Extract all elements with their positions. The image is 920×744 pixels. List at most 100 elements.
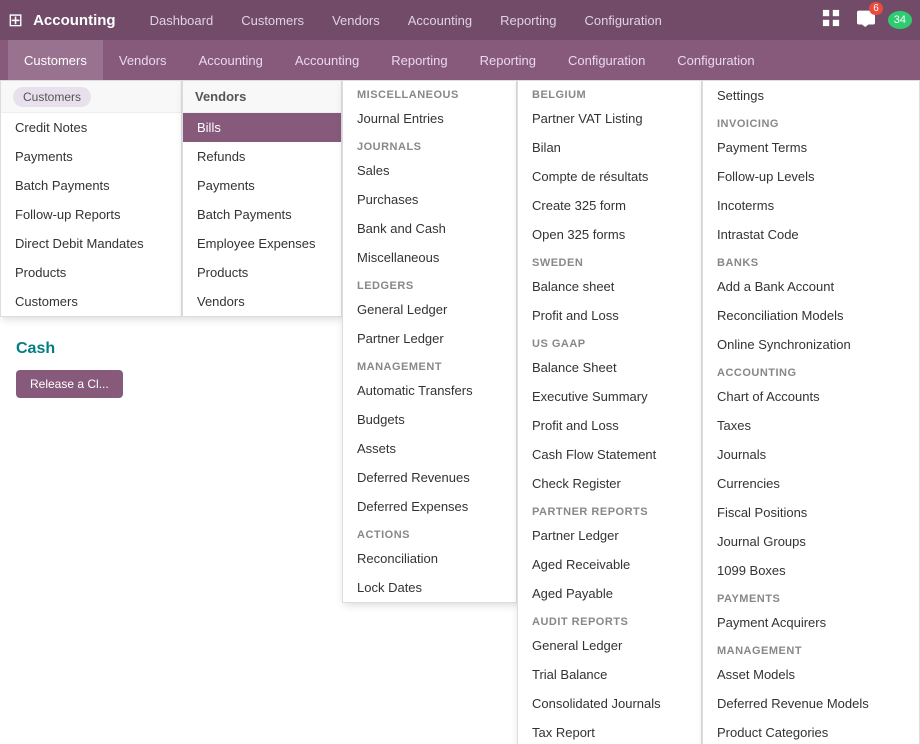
cash-section: Cash Release a Cl... [16,340,123,398]
dd-item-executive-summary[interactable]: Executive Summary [518,382,701,411]
top-nav-vendors[interactable]: Vendors [318,0,394,40]
dd-section-management: Management [343,353,516,376]
dd-item-partner-vat-listing[interactable]: Partner VAT Listing [518,104,701,133]
dd-refunds[interactable]: Refunds [183,142,341,171]
dd-item-asset-models[interactable]: Asset Models [703,660,919,689]
vendors-header-label: Vendors [195,89,246,104]
dd-item-partner-ledger[interactable]: Partner Ledger [343,324,516,353]
dd-item-balance-sheet[interactable]: Balance Sheet [518,353,701,382]
dd-products-customers[interactable]: Products [1,258,181,287]
dd-item-deferred-revenues[interactable]: Deferred Revenues [343,463,516,492]
dd-section-actions: Actions [343,521,516,544]
second-nav-config2[interactable]: Configuration [661,40,770,80]
dd-item-sales[interactable]: Sales [343,156,516,185]
top-nav-dashboard[interactable]: Dashboard [136,0,228,40]
dd-item-payment-terms[interactable]: Payment Terms [703,133,919,162]
dd-item-open-325-forms[interactable]: Open 325 forms [518,220,701,249]
dd-item-purchases[interactable]: Purchases [343,185,516,214]
dd-item-profit-and-loss[interactable]: Profit and Loss [518,301,701,330]
second-nav-bar: Customers Vendors Accounting Accounting … [0,40,920,80]
top-nav-configuration[interactable]: Configuration [570,0,675,40]
second-nav-accounting1[interactable]: Accounting [183,40,279,80]
main-content: Miscellaneous Operations Due 3-9 Apr Thi… [0,80,920,744]
dd-item-compte-de-rsultats[interactable]: Compte de résultats [518,162,701,191]
second-nav-vendors[interactable]: Vendors [103,40,183,80]
dd-item-trial-balance[interactable]: Trial Balance [518,660,701,689]
dd-payments-vendors[interactable]: Payments [183,171,341,200]
release-button[interactable]: Release a Cl... [16,370,123,398]
dd-item-incoterms[interactable]: Incoterms [703,191,919,220]
dd-products-vendors[interactable]: Products [183,258,341,287]
dd-direct-debit-mandates[interactable]: Direct Debit Mandates [1,229,181,258]
dd-item-create-325-form[interactable]: Create 325 form [518,191,701,220]
dd-item-bank-and-cash[interactable]: Bank and Cash [343,214,516,243]
dd-section-invoicing: Invoicing [703,110,919,133]
dd-item-add-a-bank-account[interactable]: Add a Bank Account [703,272,919,301]
dd-item-online-synchronization[interactable]: Online Synchronization [703,330,919,359]
dd-item-taxes[interactable]: Taxes [703,411,919,440]
dd-item-intrastat-code[interactable]: Intrastat Code [703,220,919,249]
top-nav-accounting[interactable]: Accounting [394,0,486,40]
customers-badge: Customers [13,87,91,107]
dd-item-tax-report[interactable]: Tax Report [518,718,701,744]
dd-item-journals[interactable]: Journals [703,440,919,469]
dd-item-chart-of-accounts[interactable]: Chart of Accounts [703,382,919,411]
app-grid-icon[interactable]: ⊞ [8,10,23,31]
dd-item-assets[interactable]: Assets [343,434,516,463]
dd-item-payment-acquirers[interactable]: Payment Acquirers [703,608,919,637]
dd-section-management: Management [703,637,919,660]
dd-item-journal-entries[interactable]: Journal Entries [343,104,516,133]
top-nav-customers[interactable]: Customers [227,0,318,40]
second-nav-config1[interactable]: Configuration [552,40,661,80]
dd-item-bilan[interactable]: Bilan [518,133,701,162]
dd-section-partner-reports: Partner Reports [518,498,701,521]
dd-section-journals: Journals [343,133,516,156]
dd-item-check-register[interactable]: Check Register [518,469,701,498]
dd-batch-payments-vendors[interactable]: Batch Payments [183,200,341,229]
dd-item-partner-ledger[interactable]: Partner Ledger [518,521,701,550]
dd-item-aged-receivable[interactable]: Aged Receivable [518,550,701,579]
dd-bills[interactable]: Bills [183,113,341,142]
clock-badge[interactable]: 34 [888,11,912,29]
dd-section-audit-reports: Audit Reports [518,608,701,631]
dd-credit-notes[interactable]: Credit Notes [1,113,181,142]
dd-item-reconciliation[interactable]: Reconciliation [343,544,516,573]
dd-item-deferred-expenses[interactable]: Deferred Expenses [343,492,516,521]
dd-item-reconciliation-models[interactable]: Reconciliation Models [703,301,919,330]
dd-item-journal-groups[interactable]: Journal Groups [703,527,919,556]
dd-item-currencies[interactable]: Currencies [703,469,919,498]
vendors-dropdown: Vendors Bills Refunds Payments Batch Pay… [182,80,342,317]
dd-item-settings[interactable]: Settings [703,81,919,110]
dd-item-automatic-transfers[interactable]: Automatic Transfers [343,376,516,405]
second-nav-accounting2[interactable]: Accounting [279,40,375,80]
top-nav-reporting[interactable]: Reporting [486,0,570,40]
dd-section-payments: Payments [703,585,919,608]
dd-item-product-categories[interactable]: Product Categories [703,718,919,744]
dd-employee-expenses[interactable]: Employee Expenses [183,229,341,258]
dd-item-fiscal-positions[interactable]: Fiscal Positions [703,498,919,527]
dd-payments-customers[interactable]: Payments [1,142,181,171]
second-nav-customers[interactable]: Customers [8,40,103,80]
dd-item-deferred-revenue-models[interactable]: Deferred Revenue Models [703,689,919,718]
second-nav-reporting2[interactable]: Reporting [464,40,552,80]
dd-item-aged-payable[interactable]: Aged Payable [518,579,701,608]
chat-icon-btn[interactable]: 6 [852,5,880,36]
dd-item-balance-sheet[interactable]: Balance sheet [518,272,701,301]
dd-item-general-ledger[interactable]: General Ledger [343,295,516,324]
dd-item-profit-and-loss[interactable]: Profit and Loss [518,411,701,440]
dd-followup-reports[interactable]: Follow-up Reports [1,200,181,229]
dd-item-1099-boxes[interactable]: 1099 Boxes [703,556,919,585]
dd-item-follow-up-levels[interactable]: Follow-up Levels [703,162,919,191]
dd-item-lock-dates[interactable]: Lock Dates [343,573,516,602]
dd-item-general-ledger[interactable]: General Ledger [518,631,701,660]
dd-vendors-vendors[interactable]: Vendors [183,287,341,316]
dd-batch-payments-customers[interactable]: Batch Payments [1,171,181,200]
dd-item-cash-flow-statement[interactable]: Cash Flow Statement [518,440,701,469]
dd-item-budgets[interactable]: Budgets [343,405,516,434]
dd-item-miscellaneous[interactable]: Miscellaneous [343,243,516,272]
second-nav-reporting1[interactable]: Reporting [375,40,463,80]
dd-item-consolidated-journals[interactable]: Consolidated Journals [518,689,701,718]
dd-customers-customers[interactable]: Customers [1,287,181,316]
configuration-dropdown: SettingsInvoicingPayment TermsFollow-up … [702,80,920,744]
grid-icon-btn[interactable] [818,5,844,36]
